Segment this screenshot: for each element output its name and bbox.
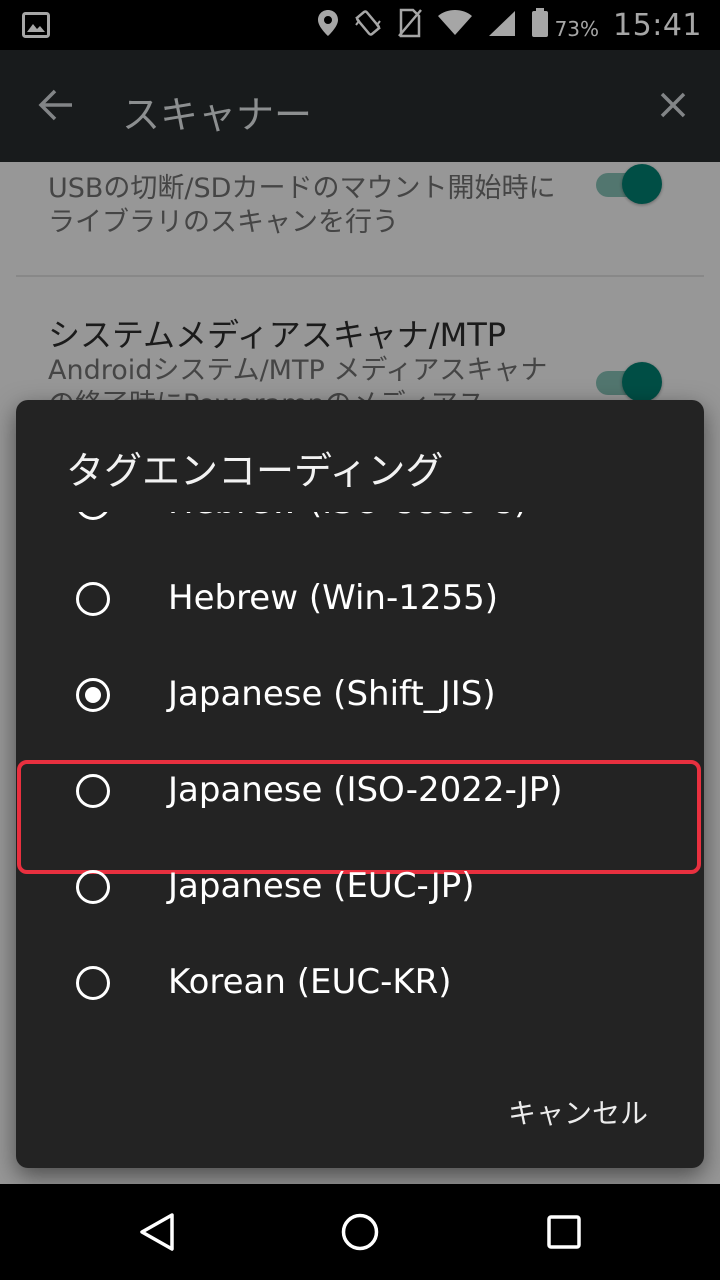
option-japanese-iso2022[interactable]: Japanese (ISO-2022-JP) [16, 746, 704, 842]
radio-button[interactable] [76, 966, 110, 1000]
option-label: Japanese (ISO-2022-JP) [168, 770, 563, 810]
option-japanese-euc[interactable]: Japanese (EUC-JP) [16, 842, 704, 938]
option-hebrew-iso[interactable]: Hebrew (ISO-8859-8) [16, 512, 704, 554]
option-label: Hebrew (Win-1255) [168, 578, 499, 618]
option-hebrew-win[interactable]: Hebrew (Win-1255) [16, 554, 704, 650]
dialog-title: タグエンコーディング [66, 449, 444, 493]
radio-button[interactable] [76, 870, 110, 904]
nav-home-icon[interactable] [340, 1212, 380, 1256]
option-korean-euc[interactable]: Korean (EUC-KR) [16, 938, 704, 1034]
option-label: Korean (EUC-KR) [168, 962, 452, 1002]
navigation-bar [0, 1184, 720, 1280]
nav-back-icon[interactable] [138, 1212, 176, 1256]
option-label: Japanese (Shift_JIS) [168, 674, 496, 714]
tag-encoding-dialog: タグエンコーディング Hebrew (ISO-8859-8) Hebrew (W… [16, 400, 704, 1168]
radio-button[interactable] [76, 582, 110, 616]
radio-button-checked[interactable] [76, 678, 110, 712]
cancel-button[interactable]: キャンセル [508, 1092, 648, 1132]
radio-button[interactable] [76, 774, 110, 808]
option-label: Hebrew (ISO-8859-8) [168, 512, 527, 522]
option-label: Japanese (EUC-JP) [168, 866, 475, 906]
radio-button[interactable] [76, 512, 110, 520]
nav-recents-icon[interactable] [546, 1214, 582, 1254]
option-japanese-shift-jis[interactable]: Japanese (Shift_JIS) [16, 650, 704, 746]
encoding-options-list[interactable]: Hebrew (ISO-8859-8) Hebrew (Win-1255) Ja… [16, 512, 704, 1072]
